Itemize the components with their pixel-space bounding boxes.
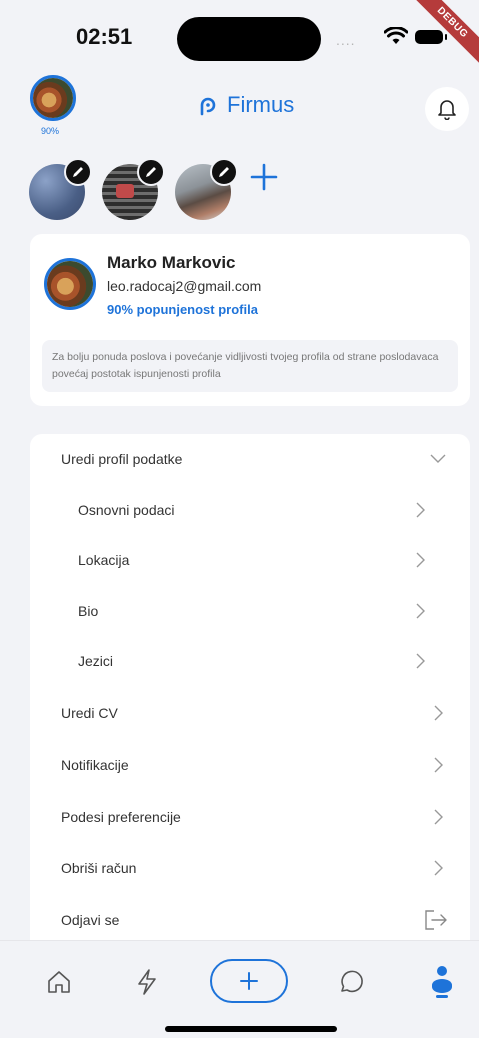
chevron-right-icon [434, 757, 443, 773]
menu-item-label: Osnovni podaci [78, 502, 175, 518]
menu-preferences[interactable]: Podesi preferencije [30, 792, 470, 842]
pencil-icon [146, 167, 156, 177]
chevron-right-icon [434, 860, 443, 876]
logout-icon [425, 910, 447, 930]
screen: 02:51 .... DEBUG 90% Firmus Marko Markov… [0, 0, 479, 1038]
status-bar: 02:51 .... DEBUG [0, 0, 479, 70]
add-icon [240, 972, 258, 990]
menu-sub-location[interactable]: Lokacija [30, 535, 470, 585]
logo-text: Firmus [227, 92, 295, 117]
menu-item-label: Uredi CV [61, 705, 118, 721]
notifications-button[interactable] [425, 87, 469, 131]
bell-icon [438, 100, 456, 120]
menu-sub-bio[interactable]: Bio [30, 586, 470, 636]
firmus-logo-icon [200, 97, 216, 116]
chevron-right-icon [416, 552, 425, 568]
profile-email: leo.radocaj2@gmail.com [107, 278, 262, 294]
header-avatar[interactable] [30, 75, 76, 121]
menu-item-label: Bio [78, 603, 99, 619]
lightning-icon[interactable] [136, 968, 158, 996]
battery-icon [415, 30, 447, 44]
bottom-nav [0, 940, 479, 1038]
header-profile-percent: 90% [41, 126, 60, 136]
status-time: 02:51 [76, 24, 133, 49]
pencil-icon [219, 167, 229, 177]
chevron-right-icon [416, 603, 425, 619]
profile-hint: Za bolju ponuda poslova i povećanje vidl… [42, 340, 458, 392]
menu-logout[interactable]: Odjavi se [30, 895, 470, 945]
wifi-icon [384, 27, 408, 44]
home-indicator [165, 1026, 337, 1032]
menu-item-label: Obriši račun [61, 860, 137, 876]
menu-notifications[interactable]: Notifikacije [30, 740, 470, 790]
dynamic-island [177, 17, 321, 61]
settings-menu: Uredi profil podatke Osnovni podaci Loka… [30, 434, 470, 954]
profile-completeness: 90% popunjenost profila [107, 302, 258, 317]
chat-icon[interactable] [338, 969, 364, 995]
edit-photo-3-button[interactable] [210, 158, 238, 186]
chevron-right-icon [416, 502, 425, 518]
profile-name: Marko Markovic [107, 253, 236, 272]
menu-edit-profile-label: Uredi profil podatke [61, 451, 183, 467]
profile-card: Marko Markovic leo.radocaj2@gmail.com 90… [30, 234, 470, 406]
menu-edit-cv[interactable]: Uredi CV [30, 688, 470, 738]
signal-dots: .... [336, 32, 356, 48]
home-icon[interactable] [46, 969, 72, 995]
chevron-right-icon [434, 809, 443, 825]
menu-item-label: Notifikacije [61, 757, 129, 773]
profile-icon[interactable] [430, 965, 454, 999]
menu-sub-basic-info[interactable]: Osnovni podaci [30, 485, 470, 535]
menu-delete-account[interactable]: Obriši račun [30, 843, 470, 893]
edit-photo-2-button[interactable] [137, 158, 165, 186]
menu-item-label: Jezici [78, 653, 114, 669]
menu-item-label: Podesi preferencije [61, 809, 181, 825]
menu-sub-languages[interactable]: Jezici [30, 636, 470, 686]
menu-logout-label: Odjavi se [61, 912, 120, 928]
firmus-logo: Firmus [195, 92, 294, 118]
menu-edit-profile[interactable]: Uredi profil podatke [30, 434, 470, 484]
add-photo-button[interactable] [249, 162, 279, 192]
chevron-down-icon [430, 454, 446, 463]
chevron-right-icon [416, 653, 425, 669]
edit-photo-1-button[interactable] [64, 158, 92, 186]
chevron-right-icon [434, 705, 443, 721]
profile-avatar[interactable] [44, 258, 96, 310]
pencil-icon [73, 167, 83, 177]
add-button[interactable] [210, 959, 288, 1003]
menu-item-label: Lokacija [78, 552, 130, 568]
